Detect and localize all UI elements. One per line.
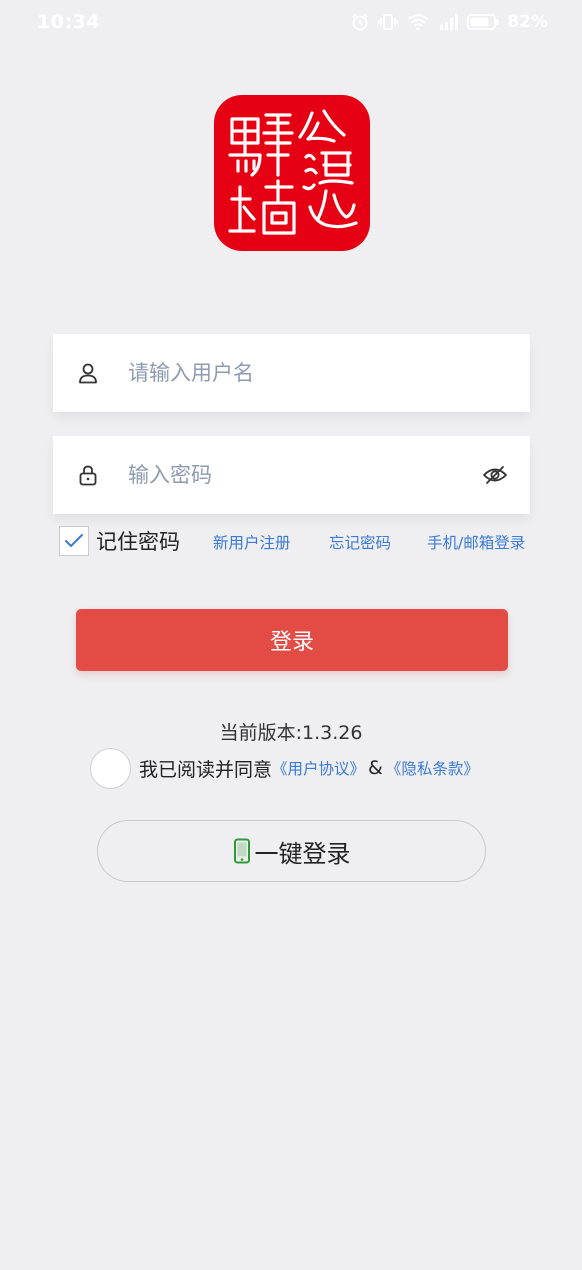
lock-icon [79,465,97,486]
one-key-login-label: 一键登录 [254,839,351,868]
password-input[interactable] [128,436,482,514]
agreement-text: 我已阅读并同意 [139,758,273,781]
seal-logo-icon [228,109,358,235]
wifi-icon [408,14,429,31]
login-button[interactable]: 登录 [76,609,508,671]
battery-percent: 82% [507,12,548,32]
register-link[interactable]: 新用户注册 [213,531,291,553]
login-options-row: 记住密码 新用户注册 忘记密码 手机/邮箱登录 [59,526,533,558]
version-text: 当前版本:1.3.26 [219,722,363,744]
battery-icon [467,14,499,30]
agreement-row: 我已阅读并同意 《用户协议》 & 《隐私条款》 [90,747,479,789]
username-input[interactable] [128,334,530,412]
one-key-login-button[interactable]: 一键登录 [97,820,486,882]
login-screen: 10:34 82% 请输入用户名 记住密码 新用户注册 忘记密码 手机/邮箱登录… [0,0,582,1270]
phone-email-login-link[interactable]: 手机/邮箱登录 [427,531,525,553]
app-logo [214,95,370,251]
phone-icon [233,838,250,864]
user-icon [79,363,97,384]
password-field-card [53,436,530,514]
remember-password-label: 记住密码 [96,530,180,554]
eye-hidden-icon[interactable] [482,462,508,488]
remember-checkbox[interactable] [59,526,89,556]
remember-password-toggle[interactable]: 记住密码 [59,526,180,556]
user-agreement-link[interactable]: 《用户协议》 [272,757,365,779]
privacy-policy-link[interactable]: 《隐私条款》 [386,757,479,779]
checkmark-icon [65,534,83,547]
agreement-radio[interactable] [90,747,131,789]
alarm-icon [352,13,368,31]
username-field-card [53,334,530,412]
status-icons: 82% [351,12,548,32]
agreement-ampersand: & [368,757,383,779]
status-time: 10:34 [37,11,100,33]
cellular-signal-icon [440,14,459,30]
forgot-password-link[interactable]: 忘记密码 [329,531,391,553]
vibrate-icon [377,14,399,30]
status-bar: 10:34 82% [0,0,582,44]
